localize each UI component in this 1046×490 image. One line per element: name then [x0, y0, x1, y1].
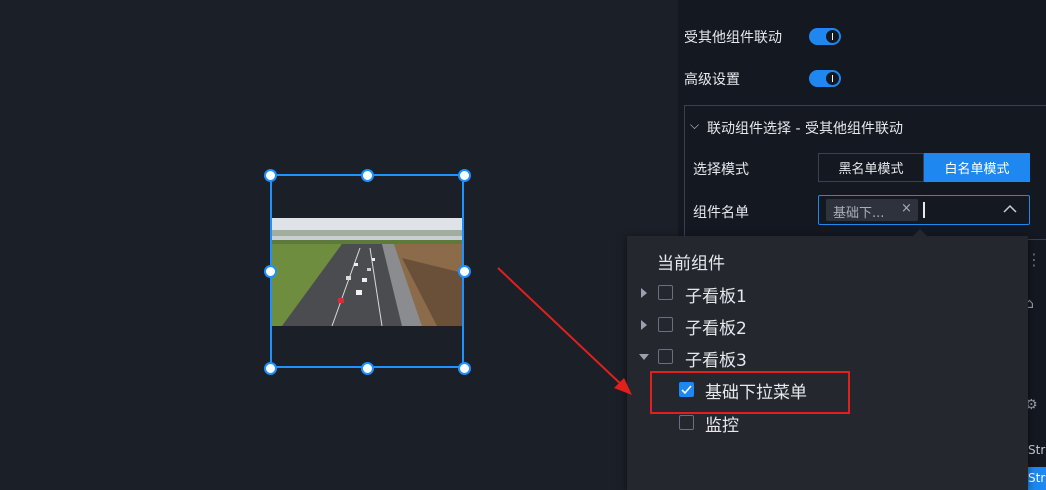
advanced-settings-toggle[interactable] — [809, 70, 841, 87]
linked-by-others-label: 受其他组件联动 — [684, 30, 782, 46]
checkbox[interactable] — [658, 317, 673, 332]
tree-item-label: 子看板3 — [685, 351, 747, 371]
selection-frame[interactable] — [270, 174, 464, 368]
selected-component-tag[interactable]: 基础下... × — [826, 199, 918, 221]
annotation-arrow — [497, 267, 632, 395]
whitelist-mode-button[interactable]: 白名单模式 — [924, 153, 1030, 182]
dropdown-header: 当前组件 — [657, 254, 725, 274]
tag-label: 基础下... — [833, 206, 885, 221]
checkbox[interactable] — [658, 285, 673, 300]
caret-down-icon[interactable] — [639, 354, 649, 360]
tree-item-board-2[interactable]: 子看板2 — [627, 310, 1028, 340]
caret-right-icon[interactable] — [641, 288, 647, 298]
dropdown-arrow — [913, 229, 927, 236]
chevron-up-icon[interactable] — [1003, 204, 1017, 214]
tree-item-board-3[interactable]: 子看板3 — [627, 342, 1028, 372]
tree-item-label: 子看板1 — [685, 287, 747, 307]
resize-handle-top-left[interactable] — [264, 169, 277, 182]
tree-item-label: 监控 — [705, 416, 739, 436]
toggle-knob — [825, 71, 840, 86]
checkbox[interactable] — [658, 349, 673, 364]
more-icon[interactable]: ⋮ — [1026, 250, 1042, 269]
resize-handle-left[interactable] — [264, 265, 277, 278]
resize-handle-top[interactable] — [361, 169, 374, 182]
resize-handle-right[interactable] — [458, 265, 471, 278]
tree-item-label: 子看板2 — [685, 319, 747, 339]
resize-handle-bottom-right[interactable] — [458, 362, 471, 375]
blacklist-mode-label: 黑名单模式 — [838, 162, 904, 177]
checkbox[interactable] — [679, 415, 694, 430]
mode-label: 选择模式 — [693, 162, 749, 178]
linked-by-others-toggle[interactable] — [809, 28, 841, 45]
link-section-title: 联动组件选择 - 受其他组件联动 — [707, 121, 903, 137]
caret-right-icon[interactable] — [641, 320, 647, 330]
whitelist-mode-label: 白名单模式 — [944, 162, 1010, 177]
annotation-highlight-box — [650, 371, 850, 414]
resize-handle-bottom[interactable] — [361, 362, 374, 375]
blacklist-mode-button[interactable]: 黑名单模式 — [818, 153, 924, 182]
toggle-knob — [825, 29, 840, 44]
edge-text-1: Str — [1028, 443, 1046, 457]
resize-handle-bottom-left[interactable] — [264, 362, 277, 375]
component-list-label: 组件名单 — [693, 205, 749, 221]
edge-text-2: Str — [1028, 471, 1046, 485]
tag-close-icon[interactable]: × — [901, 201, 912, 216]
resize-handle-top-right[interactable] — [458, 169, 471, 182]
tree-item-board-1[interactable]: 子看板1 — [627, 278, 1028, 308]
edge-button[interactable]: Str — [1028, 467, 1046, 490]
chevron-down-icon[interactable]: ⌵ — [690, 118, 699, 133]
advanced-settings-label: 高级设置 — [684, 72, 740, 88]
text-cursor — [923, 202, 925, 218]
